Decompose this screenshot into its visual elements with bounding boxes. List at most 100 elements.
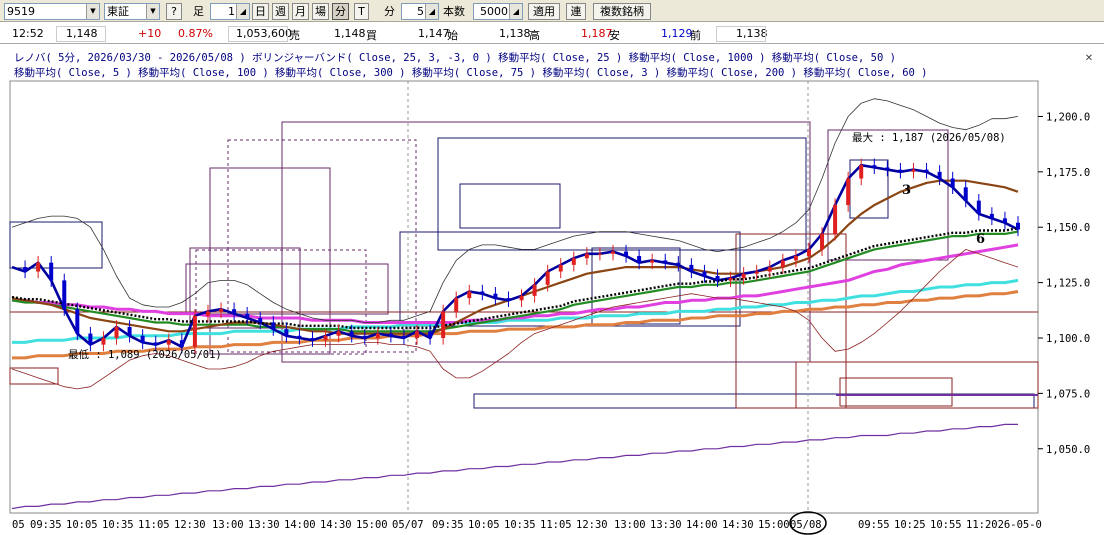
candle-body <box>219 309 224 312</box>
wave-6-label: 6 <box>976 232 985 247</box>
candle-body <box>715 275 720 281</box>
x-tick-label: 13:00 <box>614 519 646 531</box>
stepper-icon[interactable]: ◢ <box>509 4 522 19</box>
candle-body <box>415 331 420 338</box>
open-price: 1,138 <box>499 27 531 40</box>
x-tick-label: 09:35 <box>432 519 464 531</box>
wave-3-label: 3 <box>902 183 911 198</box>
count-label: 本数 <box>443 5 465 18</box>
candle-body <box>976 200 981 214</box>
stepper-icon[interactable]: ◢ <box>236 4 249 19</box>
candle-body <box>637 256 642 263</box>
candle-body <box>49 262 54 281</box>
candle-body <box>506 298 511 301</box>
candle-body <box>650 260 655 263</box>
candle-body <box>428 331 433 338</box>
quote-time: 12:52 <box>12 27 44 40</box>
candle-body <box>192 315 197 347</box>
candle-body <box>937 171 942 179</box>
candle-body <box>584 253 589 259</box>
candle-body <box>114 326 119 338</box>
buy-price: 1,147 <box>418 27 450 40</box>
x-tick-label: 09:55 <box>858 519 890 531</box>
candle-body <box>23 267 28 272</box>
x-tick-label: 10:35 <box>102 519 134 531</box>
ren-button[interactable]: 連 <box>566 3 586 20</box>
candle-body <box>689 264 694 272</box>
period-month-button[interactable]: 月 <box>292 3 309 20</box>
candle-body <box>140 335 145 343</box>
candle-body <box>297 335 302 338</box>
candle-body <box>1002 218 1007 223</box>
candle-body <box>166 340 171 345</box>
y-tick-label: 1,100.0 <box>1046 333 1090 345</box>
x-tick-label: 11:2026-05-0 <box>966 519 1042 531</box>
x-tick-label: 10:35 <box>504 519 536 531</box>
x-tick-label: 15:00 <box>758 519 790 531</box>
candle-body <box>336 331 341 336</box>
candle-body <box>153 342 158 345</box>
candle-body <box>872 165 877 168</box>
chevron-down-icon[interactable]: ▼ <box>146 4 159 19</box>
x-tick-label: 05/08 <box>790 519 822 531</box>
apply-button[interactable]: 適用 <box>528 3 560 20</box>
y-axis: 1,200.0 1,175.0 1,150.0 1,125.0 1,100.0 1,075… <box>1038 111 1090 456</box>
open-label: 始 <box>447 29 458 42</box>
chevron-down-icon[interactable]: ▼ <box>86 4 99 19</box>
candle-body <box>62 280 67 310</box>
candle-body <box>597 253 602 255</box>
x-tick-label: 14:00 <box>284 519 316 531</box>
x-axis: 05 09:35 10:05 10:35 11:05 12:30 13:00 13:30 14:… <box>12 519 1042 531</box>
candle-body <box>545 271 550 285</box>
candle-body <box>833 205 838 234</box>
candle-body <box>75 309 80 334</box>
period-week-button[interactable]: 週 <box>272 3 289 20</box>
exchange-value: 東証 <box>107 5 129 18</box>
candle-body <box>480 291 485 294</box>
price-chart[interactable]: 1,200.0 1,175.0 1,150.0 1,125.0 1,100.0 1,075… <box>0 44 1104 535</box>
period-session-button[interactable]: 場 <box>312 3 329 20</box>
x-tick-label: 14:00 <box>686 519 718 531</box>
stepper-icon[interactable]: ◢ <box>425 4 438 19</box>
x-tick-label: 10:25 <box>894 519 926 531</box>
min-annotation: 最低 : 1,089 (2026/05/01) <box>68 348 222 361</box>
multi-stock-button[interactable]: 複数銘柄 <box>593 3 651 20</box>
x-tick-label: 09:35 <box>30 519 62 531</box>
candle-body <box>401 335 406 338</box>
candle-body <box>728 278 733 281</box>
candle-body <box>205 311 210 316</box>
candle-body <box>245 313 250 319</box>
x-tick-label: 10:55 <box>930 519 962 531</box>
candle-body <box>624 251 629 257</box>
x-tick-label: 13:30 <box>248 519 280 531</box>
candle-body <box>820 233 825 250</box>
candle-body <box>284 329 289 336</box>
y-tick-label: 1,125.0 <box>1046 278 1090 290</box>
help-button[interactable]: ? <box>166 3 182 20</box>
candle-body <box>36 262 41 272</box>
period-minute-button[interactable]: 分 <box>332 3 349 20</box>
period-day-button[interactable]: 日 <box>252 3 269 20</box>
sell-label: 売 <box>289 29 300 42</box>
ashi-value: 1 <box>228 5 235 18</box>
candle-body <box>702 271 707 276</box>
candle-body <box>963 187 968 201</box>
candle-body <box>1016 222 1020 230</box>
quote-change: +10 <box>138 27 162 40</box>
quote-bar: 12:52 1,148 +10 0.87% 1,053,600 売 1,148 … <box>0 24 1104 44</box>
y-tick-label: 1,175.0 <box>1046 167 1090 179</box>
prev-label: 前 <box>690 29 701 42</box>
candle-body <box>924 169 929 172</box>
period-tick-button[interactable]: T <box>354 3 369 20</box>
candle-body <box>519 295 524 301</box>
candle-body <box>898 169 903 172</box>
y-tick-label: 1,200.0 <box>1046 111 1090 123</box>
x-tick-label: 11:05 <box>138 519 170 531</box>
max-annotation: 最大 : 1,187 (2026/05/08) <box>852 131 1006 144</box>
candle-body <box>375 333 380 338</box>
x-tick-label: 15:00 <box>356 519 388 531</box>
x-tick-label: 05/07 <box>392 519 424 531</box>
candle-body <box>88 333 93 345</box>
candle-body <box>101 337 106 345</box>
x-tick-label: 05 <box>12 519 25 531</box>
